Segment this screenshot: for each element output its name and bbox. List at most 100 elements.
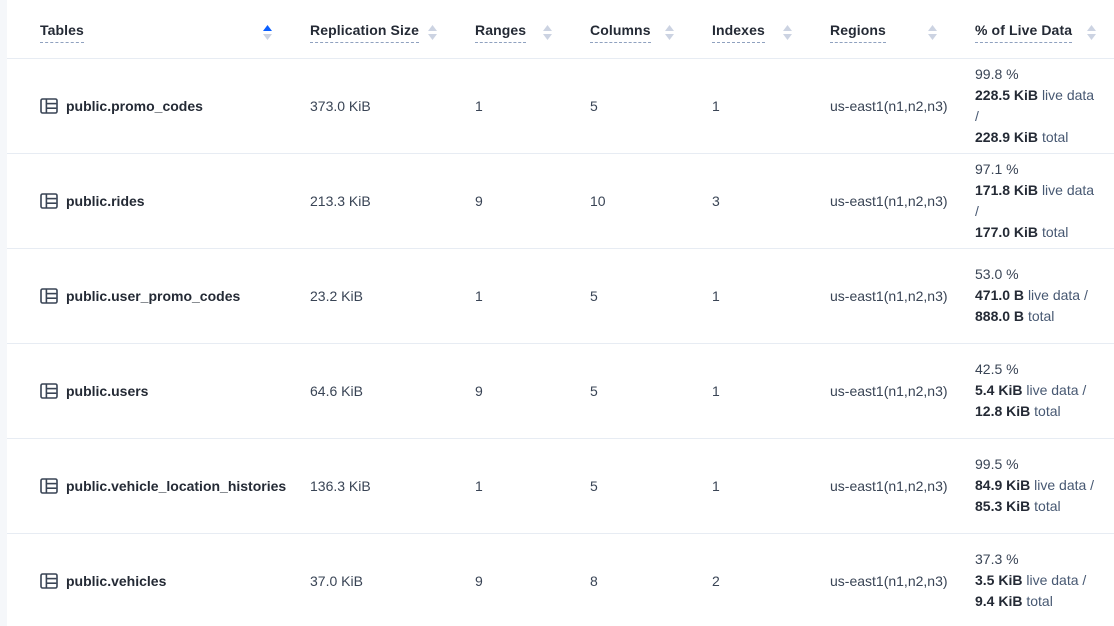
live-data-percent: 97.1 % [975, 159, 1096, 180]
live-data-percent: 99.8 % [975, 64, 1096, 85]
cell-replication-size: 23.2 KiB [290, 248, 455, 343]
total-size-line: 888.0 B total [975, 306, 1096, 327]
column-header-pct-live-data[interactable]: % of Live Data [955, 0, 1114, 58]
live-data-percent: 53.0 % [975, 264, 1096, 285]
cell-regions: us-east1(n1,n2,n3) [810, 248, 955, 343]
column-header-tables[interactable]: Tables [7, 0, 290, 58]
total-size-line: 177.0 KiB total [975, 222, 1096, 243]
cell-pct-live-data: 37.3 % 3.5 KiB live data / 9.4 KiB total [955, 533, 1114, 626]
cell-regions: us-east1(n1,n2,n3) [810, 153, 955, 248]
live-data-size-line: 3.5 KiB live data / [975, 570, 1096, 591]
column-header-label: Regions [830, 22, 886, 43]
cell-replication-size: 213.3 KiB [290, 153, 455, 248]
table-row[interactable]: public.promo_codes 373.0 KiB 1 5 1 us-ea… [7, 58, 1114, 153]
sort-icon[interactable] [543, 25, 552, 40]
table-icon [40, 193, 58, 209]
cell-table-name: public.vehicle_location_histories [7, 438, 290, 533]
cell-table-name: public.vehicles [7, 533, 290, 626]
cell-replication-size: 37.0 KiB [290, 533, 455, 626]
total-size-line: 9.4 KiB total [975, 591, 1096, 612]
live-data-percent: 42.5 % [975, 359, 1096, 380]
cell-columns: 8 [570, 533, 692, 626]
cell-table-name: public.promo_codes [7, 58, 290, 153]
cell-table-name: public.rides [7, 153, 290, 248]
table-icon [40, 383, 58, 399]
sort-icon[interactable] [263, 25, 272, 40]
live-data-size-line: 228.5 KiB live data / [975, 85, 1096, 127]
table-row[interactable]: public.users 64.6 KiB 9 5 1 us-east1(n1,… [7, 343, 1114, 438]
cell-table-name: public.user_promo_codes [7, 248, 290, 343]
cell-indexes: 3 [692, 153, 810, 248]
cell-ranges: 9 [455, 343, 570, 438]
live-data-size-line: 171.8 KiB live data / [975, 180, 1096, 222]
table-row[interactable]: public.vehicles 37.0 KiB 9 8 2 us-east1(… [7, 533, 1114, 626]
table-name-link[interactable]: public.promo_codes [66, 98, 203, 114]
cell-pct-live-data: 53.0 % 471.0 B live data / 888.0 B total [955, 248, 1114, 343]
cell-replication-size: 373.0 KiB [290, 58, 455, 153]
sort-icon[interactable] [783, 25, 792, 40]
cell-replication-size: 136.3 KiB [290, 438, 455, 533]
cell-columns: 5 [570, 343, 692, 438]
column-header-label: Replication Size [310, 22, 419, 43]
cell-indexes: 1 [692, 58, 810, 153]
cell-pct-live-data: 99.8 % 228.5 KiB live data / 228.9 KiB t… [955, 58, 1114, 153]
sort-icon[interactable] [665, 25, 674, 40]
sort-icon[interactable] [928, 25, 937, 40]
cell-ranges: 1 [455, 248, 570, 343]
tables-list: Tables Replication Size [7, 0, 1114, 626]
cell-regions: us-east1(n1,n2,n3) [810, 343, 955, 438]
cell-columns: 5 [570, 58, 692, 153]
total-size-line: 12.8 KiB total [975, 401, 1096, 422]
live-data-percent: 99.5 % [975, 454, 1096, 475]
total-size-line: 228.9 KiB total [975, 127, 1096, 148]
live-data-size-line: 5.4 KiB live data / [975, 380, 1096, 401]
table-header-row: Tables Replication Size [7, 0, 1114, 58]
column-header-label: Tables [40, 22, 84, 43]
column-header-label: Indexes [712, 22, 765, 43]
table-body: public.promo_codes 373.0 KiB 1 5 1 us-ea… [7, 58, 1114, 626]
column-header-label: Columns [590, 22, 651, 43]
cell-replication-size: 64.6 KiB [290, 343, 455, 438]
column-header-ranges[interactable]: Ranges [455, 0, 570, 58]
table-row[interactable]: public.rides 213.3 KiB 9 10 3 us-east1(n… [7, 153, 1114, 248]
table-name-link[interactable]: public.vehicle_location_histories [66, 478, 286, 494]
cell-columns: 5 [570, 438, 692, 533]
cell-indexes: 2 [692, 533, 810, 626]
cell-pct-live-data: 97.1 % 171.8 KiB live data / 177.0 KiB t… [955, 153, 1114, 248]
cell-pct-live-data: 99.5 % 84.9 KiB live data / 85.3 KiB tot… [955, 438, 1114, 533]
table-icon [40, 478, 58, 494]
table-icon [40, 98, 58, 114]
sort-icon[interactable] [1087, 25, 1096, 40]
table-name-link[interactable]: public.user_promo_codes [66, 288, 240, 304]
table-name-link[interactable]: public.rides [66, 193, 145, 209]
column-header-indexes[interactable]: Indexes [692, 0, 810, 58]
cell-indexes: 1 [692, 248, 810, 343]
cell-pct-live-data: 42.5 % 5.4 KiB live data / 12.8 KiB tota… [955, 343, 1114, 438]
cell-regions: us-east1(n1,n2,n3) [810, 58, 955, 153]
total-size-line: 85.3 KiB total [975, 496, 1096, 517]
cell-ranges: 9 [455, 153, 570, 248]
cell-indexes: 1 [692, 438, 810, 533]
table-name-link[interactable]: public.vehicles [66, 573, 166, 589]
column-header-label: Ranges [475, 22, 526, 43]
page-background: Tables Replication Size [0, 0, 1114, 626]
table-icon [40, 288, 58, 304]
cell-table-name: public.users [7, 343, 290, 438]
cell-columns: 10 [570, 153, 692, 248]
cell-regions: us-east1(n1,n2,n3) [810, 533, 955, 626]
table-icon [40, 573, 58, 589]
table-row[interactable]: public.user_promo_codes 23.2 KiB 1 5 1 u… [7, 248, 1114, 343]
column-header-regions[interactable]: Regions [810, 0, 955, 58]
tables-list-card: Tables Replication Size [7, 0, 1114, 626]
live-data-size-line: 84.9 KiB live data / [975, 475, 1096, 496]
column-header-replication-size[interactable]: Replication Size [290, 0, 455, 58]
table-name-link[interactable]: public.users [66, 383, 148, 399]
cell-regions: us-east1(n1,n2,n3) [810, 438, 955, 533]
sort-icon[interactable] [428, 25, 437, 40]
table-row[interactable]: public.vehicle_location_histories 136.3 … [7, 438, 1114, 533]
cell-columns: 5 [570, 248, 692, 343]
cell-ranges: 9 [455, 533, 570, 626]
live-data-percent: 37.3 % [975, 549, 1096, 570]
cell-ranges: 1 [455, 438, 570, 533]
column-header-columns[interactable]: Columns [570, 0, 692, 58]
